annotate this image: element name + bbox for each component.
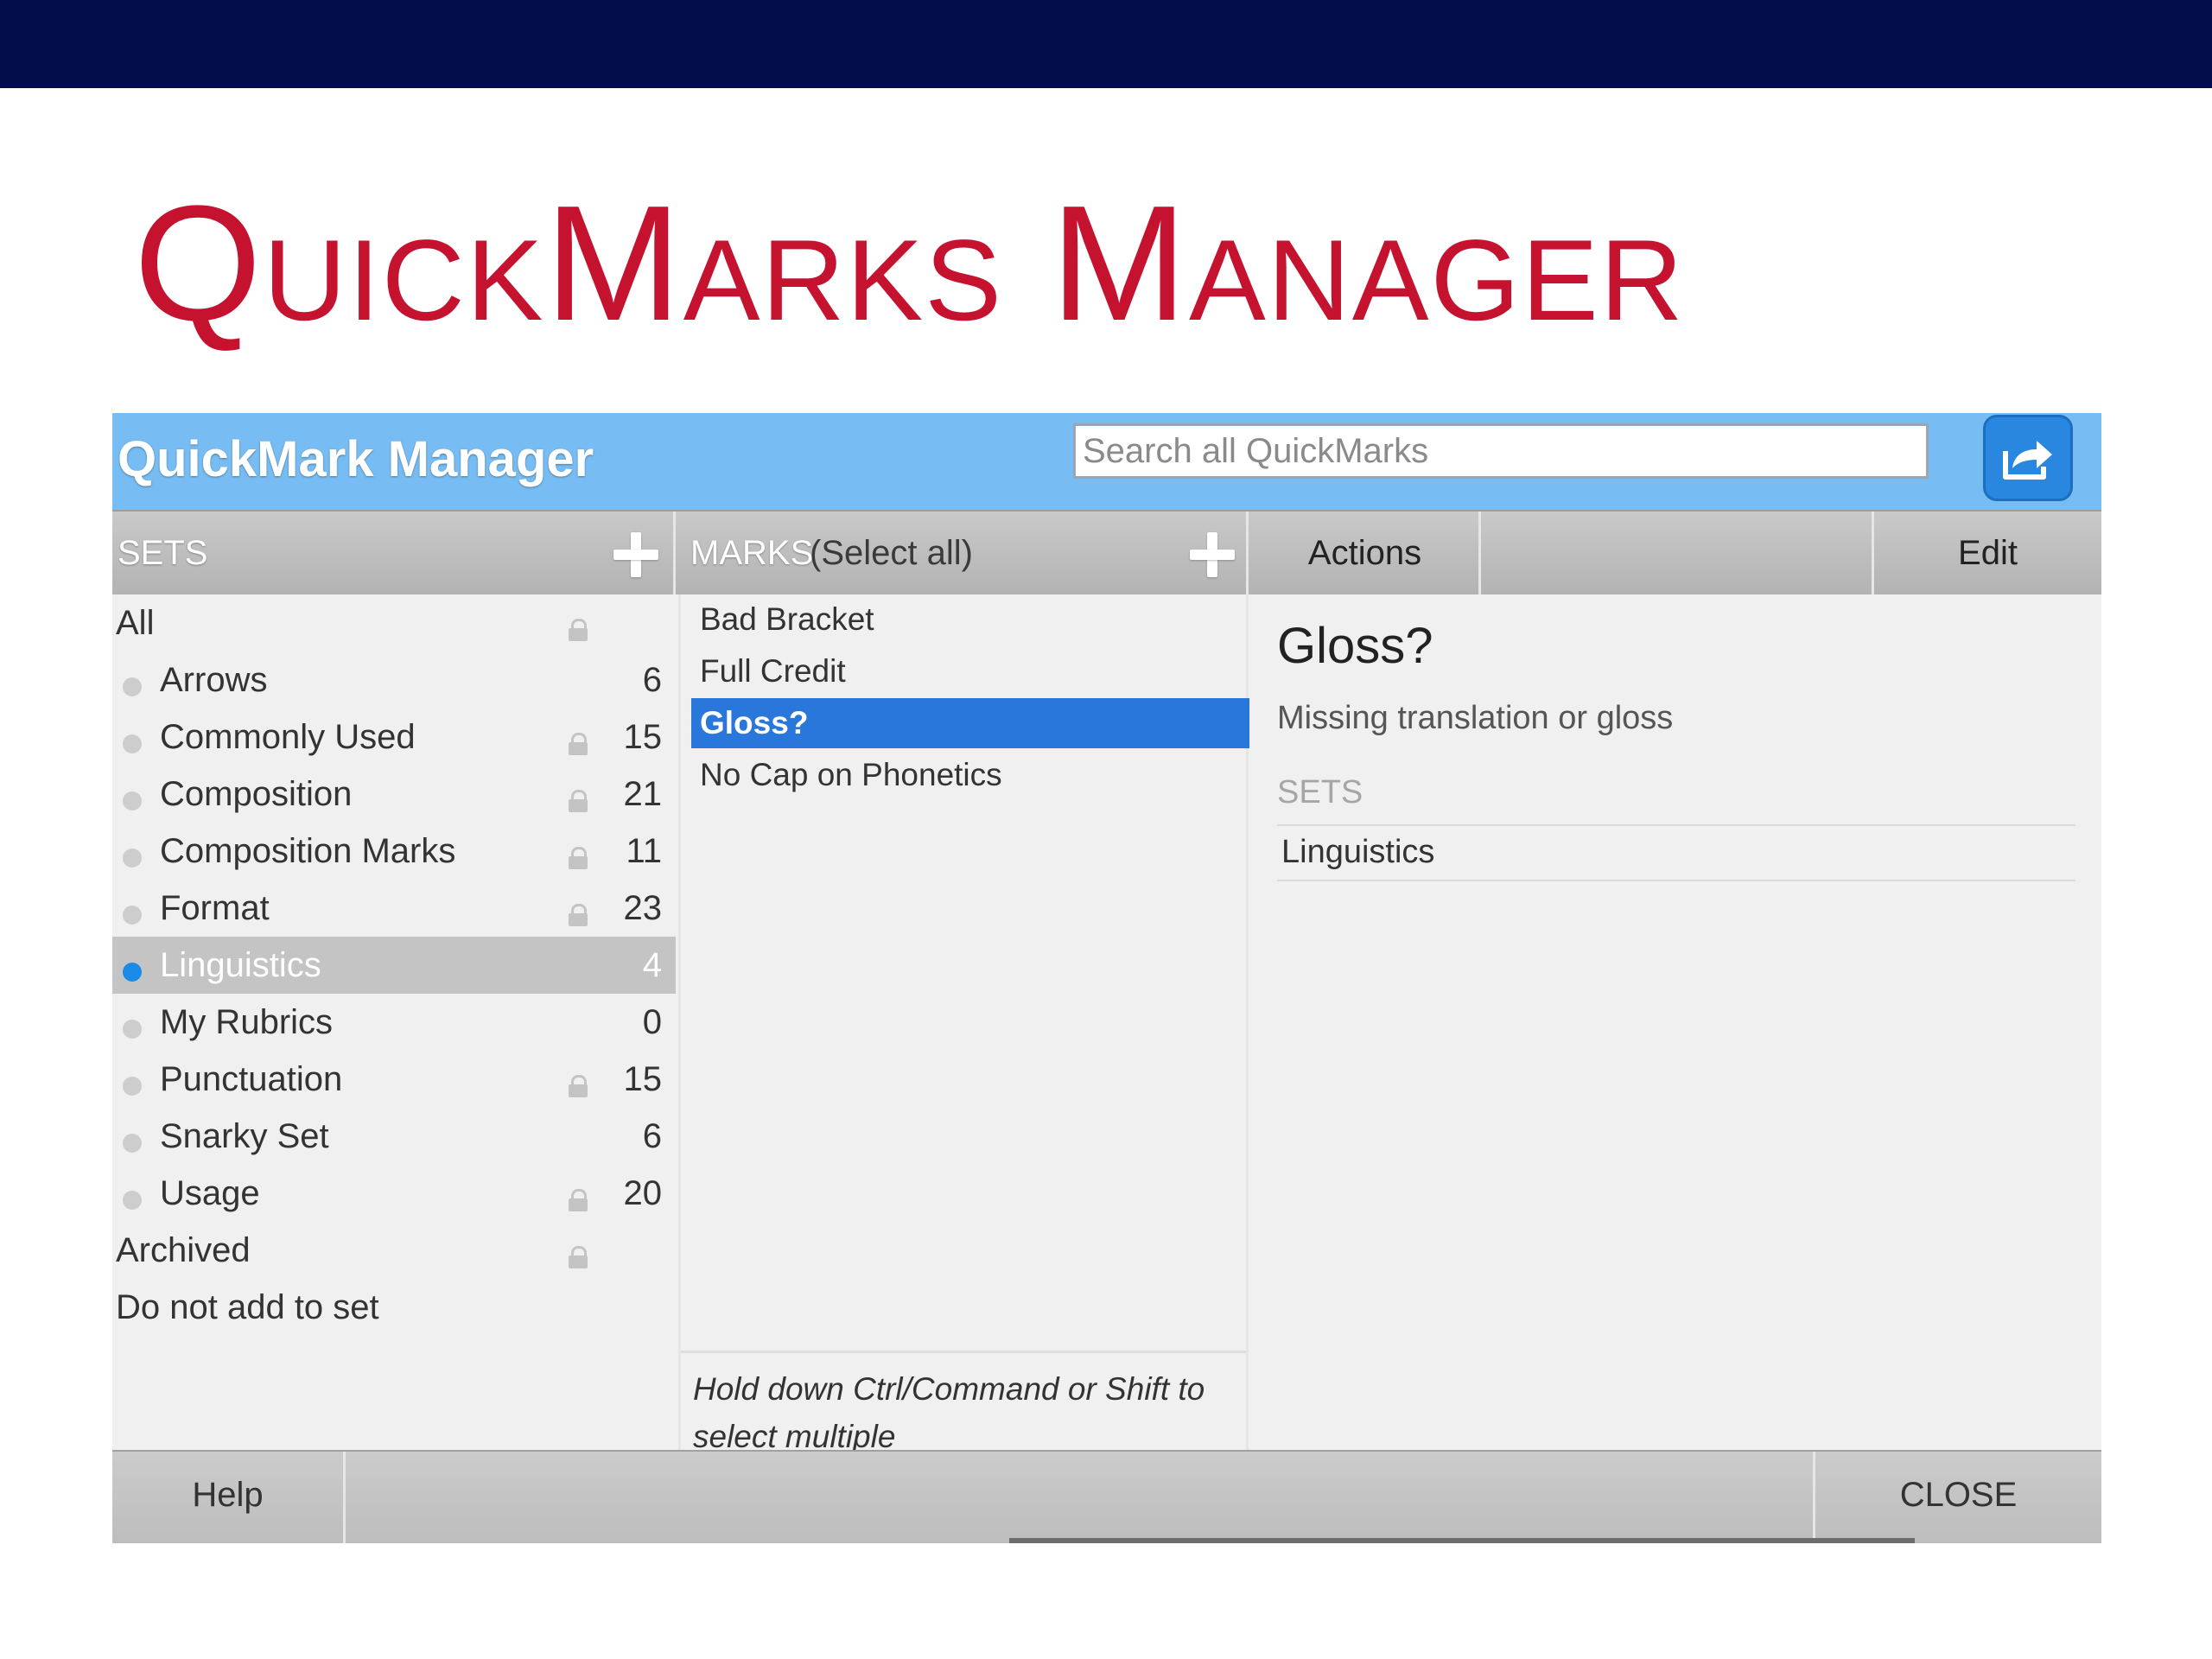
lock-icon: [569, 790, 588, 812]
select-all-link[interactable]: (Select all): [810, 512, 973, 594]
set-item-count: 20: [623, 1174, 663, 1212]
set-item-count: 15: [623, 718, 663, 756]
set-item-label: Usage: [160, 1174, 260, 1212]
set-item-count: 4: [642, 946, 662, 984]
set-item-count: 6: [642, 1117, 662, 1155]
lock-icon: [569, 904, 588, 926]
set-item[interactable]: Snarky Set 6: [112, 1108, 676, 1165]
set-item[interactable]: Composition 21: [112, 766, 676, 823]
divider: [1277, 880, 2075, 881]
actions-button[interactable]: Actions: [1251, 512, 1481, 594]
add-mark-button[interactable]: [1188, 531, 1236, 579]
set-dot-icon: [123, 734, 142, 753]
divider: [1277, 824, 2075, 826]
set-item-label: Do not add to set: [116, 1288, 379, 1326]
export-button[interactable]: [1983, 415, 2073, 501]
horizontal-scrollbar[interactable]: [1009, 1538, 1915, 1543]
edit-button[interactable]: Edit: [1872, 512, 2101, 594]
set-dot-icon: [123, 677, 142, 696]
set-item-label: Archived: [116, 1231, 251, 1269]
set-item-count: 0: [642, 1003, 662, 1041]
set-item-count: 11: [626, 832, 662, 870]
set-dot-icon: [123, 849, 142, 868]
sets-header-label: SETS: [118, 534, 208, 572]
lock-icon: [569, 1246, 588, 1268]
set-dot-icon: [123, 963, 142, 982]
mark-item[interactable]: Gloss?: [691, 698, 1249, 748]
set-item-count: 15: [623, 1060, 663, 1098]
mark-item[interactable]: No Cap on Phonetics: [691, 750, 1249, 800]
export-share-icon: [2003, 441, 2052, 480]
lock-icon: [569, 1189, 588, 1211]
slide-top-bar: [0, 0, 2212, 88]
mark-item-label: Gloss?: [700, 705, 809, 741]
lock-icon: [569, 619, 588, 641]
set-item-label: Commonly Used: [160, 718, 416, 756]
quickmark-manager-window: QuickMark Manager SETS MARKS (Select all…: [112, 413, 2101, 1543]
set-item[interactable]: Composition Marks 11: [112, 823, 676, 880]
mark-item-label: No Cap on Phonetics: [700, 757, 1002, 792]
set-item-label: Linguistics: [160, 946, 321, 984]
column-headers: SETS MARKS (Select all) Actions Edit: [112, 510, 2101, 594]
set-dot-icon: [123, 1020, 142, 1039]
set-item-label: Composition: [160, 775, 353, 813]
sets-header: SETS: [112, 512, 676, 594]
window-title: QuickMark Manager: [118, 431, 594, 487]
lock-icon: [569, 847, 588, 869]
mark-item[interactable]: Bad Bracket: [691, 594, 1249, 645]
detail-title: Gloss?: [1277, 618, 1433, 674]
set-item-label: My Rubrics: [160, 1003, 334, 1041]
set-item[interactable]: Usage 20: [112, 1165, 676, 1222]
slide-title: QuickMarks Manager: [134, 172, 1685, 355]
mark-item[interactable]: Full Credit: [691, 646, 1249, 696]
close-button[interactable]: CLOSE: [1813, 1452, 2101, 1543]
set-item[interactable]: All: [112, 594, 676, 652]
set-item[interactable]: Arrows 6: [112, 652, 676, 709]
set-item-label: Punctuation: [160, 1060, 343, 1098]
window-footer: Help CLOSE: [112, 1450, 2101, 1543]
set-item-label: All: [116, 604, 155, 642]
set-dot-icon: [123, 791, 142, 810]
detail-description: Missing translation or gloss: [1277, 700, 1674, 736]
set-item[interactable]: My Rubrics 0: [112, 994, 676, 1051]
set-item[interactable]: Archived: [112, 1222, 676, 1279]
set-item[interactable]: Linguistics 4: [112, 937, 676, 994]
marks-hint: Hold down Ctrl/Command or Shift to selec…: [681, 1351, 1246, 1459]
marks-header: MARKS (Select all): [678, 512, 1249, 594]
mark-item-label: Full Credit: [700, 653, 846, 689]
lock-icon: [569, 733, 588, 755]
lock-icon: [569, 1075, 588, 1097]
set-item-label: Snarky Set: [160, 1117, 329, 1155]
set-item[interactable]: Punctuation 15: [112, 1051, 676, 1108]
search-input[interactable]: [1073, 423, 1929, 479]
marks-header-label: MARKS: [690, 534, 814, 572]
set-item-count: 23: [623, 889, 663, 927]
help-button[interactable]: Help: [112, 1452, 346, 1543]
set-dot-icon: [123, 1077, 142, 1096]
set-item-label: Format: [160, 889, 270, 927]
marks-list: Hold down Ctrl/Command or Shift to selec…: [678, 594, 1249, 1459]
set-item-count: 6: [642, 661, 662, 699]
set-dot-icon: [123, 1134, 142, 1153]
set-item-label: Composition Marks: [160, 832, 456, 870]
set-dot-icon: [123, 1191, 142, 1210]
set-item[interactable]: Commonly Used 15: [112, 709, 676, 766]
mark-item-label: Bad Bracket: [700, 601, 874, 637]
window-header: QuickMark Manager: [112, 413, 2101, 510]
set-item[interactable]: Format 23: [112, 880, 676, 937]
quickmark-detail: Gloss? Missing translation or gloss SETS…: [1251, 594, 2101, 1459]
set-item-count: 21: [623, 775, 663, 813]
add-set-button[interactable]: [612, 531, 660, 579]
set-item-label: Arrows: [160, 661, 268, 699]
set-item[interactable]: Do not add to set: [112, 1279, 676, 1336]
set-dot-icon: [123, 906, 142, 925]
detail-sets-label: SETS: [1277, 774, 1363, 810]
sets-list: All Arrows 6 Commonly Used 15 Composition 21 Co…: [112, 594, 676, 1459]
detail-set-item: Linguistics: [1281, 834, 1435, 870]
